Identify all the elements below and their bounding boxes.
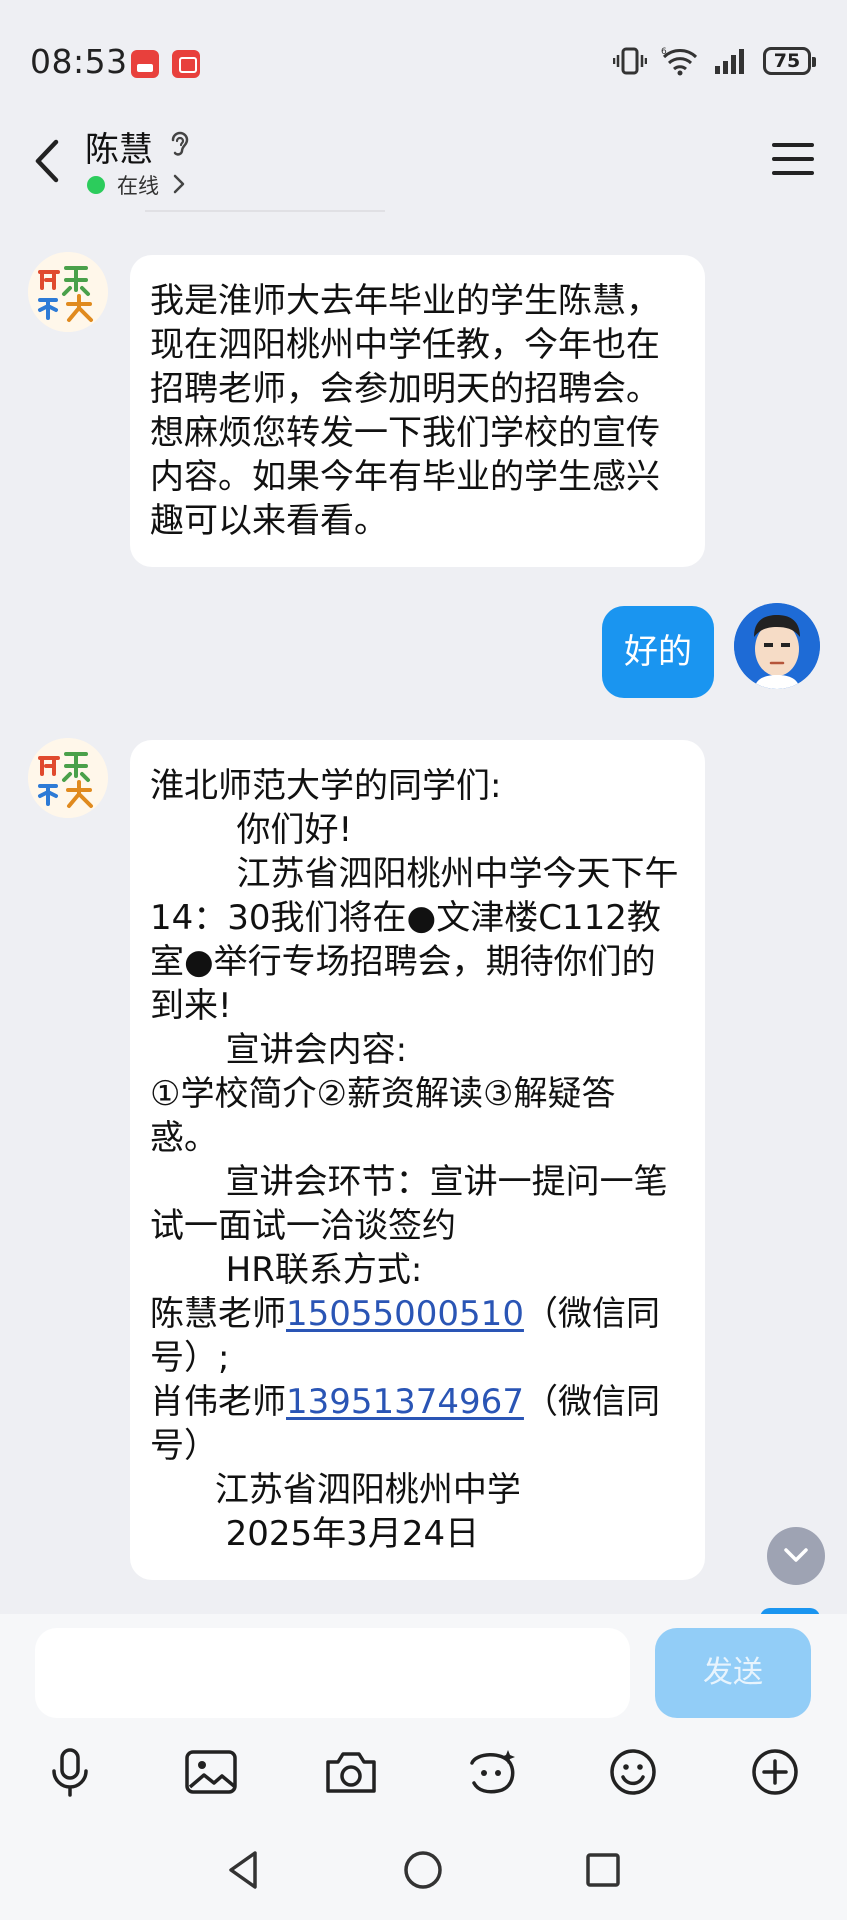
phone-link[interactable]: 15055000510 [286, 1294, 524, 1334]
triangle-back-icon [229, 1851, 257, 1889]
message-line: 宣讲会环节：宣讲一提问一笔试一面试一洽谈签约 [150, 1162, 668, 1246]
status-bar: 08:53 6 75 [0, 0, 847, 110]
message-line: 2025年3月24日 [150, 1514, 480, 1554]
battery-icon: 75 [763, 47, 816, 75]
my-avatar[interactable] [734, 603, 820, 689]
huawei-app-icon [131, 50, 159, 78]
user-avatar-icon [734, 603, 820, 689]
online-status[interactable]: 在线 [117, 170, 159, 200]
message-line: 江苏省泗阳桃州中学 [150, 1470, 521, 1510]
message-line: HR联系方式: [150, 1250, 423, 1290]
voice-button[interactable] [40, 1742, 100, 1802]
nav-recents-button[interactable] [578, 1845, 628, 1895]
camera-button[interactable] [321, 1742, 381, 1802]
contact-name-text: 陈慧老师 [150, 1294, 286, 1334]
vibrate-icon [613, 47, 647, 75]
message-input[interactable] [35, 1628, 630, 1718]
nav-back-button[interactable] [218, 1845, 268, 1895]
message-bubble-received[interactable]: 淮北师范大学的同学们: 你们好! 江苏省泗阳桃州中学今天下午14：30我们将在●… [130, 740, 705, 1580]
emoji-button[interactable] [603, 1742, 663, 1802]
plus-circle-icon [752, 1749, 798, 1795]
microphone-icon [52, 1748, 88, 1797]
svg-text:6: 6 [661, 47, 667, 57]
chevron-left-icon [35, 139, 59, 183]
online-status-dot [87, 176, 105, 194]
message-line: ①学校简介②薪资解读③解疑答惑。 [150, 1074, 616, 1158]
chat-header: 陈慧 在线 [0, 110, 847, 215]
chevron-right-icon[interactable] [172, 172, 186, 196]
contact-line: 肖伟老师13951374967（微信同号） [150, 1380, 681, 1468]
contact-line: 陈慧老师15055000510（微信同号）; [150, 1292, 681, 1380]
contact-name-text: 肖伟老师 [150, 1382, 286, 1422]
notification-app-icon [172, 50, 200, 78]
phone-link[interactable]: 13951374967 [286, 1382, 524, 1422]
input-toolbar [0, 1735, 847, 1815]
header-divider [145, 210, 385, 212]
message-bubble-sent[interactable]: 好的 [602, 606, 714, 698]
scroll-to-bottom-button[interactable] [767, 1527, 825, 1585]
message-bubble-received[interactable]: 我是淮师大去年毕业的学生陈慧，现在泗阳桃州中学任教，今年也在招聘老师，会参加明天… [130, 255, 705, 567]
image-button[interactable] [181, 1742, 241, 1802]
message-line: 淮北师范大学的同学们: [150, 766, 502, 806]
contact-name[interactable]: 陈慧 [85, 122, 153, 171]
contact-avatar[interactable] [28, 738, 108, 818]
more-button[interactable] [745, 1742, 805, 1802]
contact-avatar[interactable] [28, 252, 108, 332]
sticker-avatar-icon [28, 252, 108, 332]
wifi-icon: 6 [661, 47, 698, 76]
message-line: 你们好! [150, 810, 353, 850]
square-recents-icon [586, 1853, 620, 1887]
sticker-avatar-icon [28, 738, 108, 818]
camera-icon [326, 1752, 376, 1793]
system-icons: 6 75 [613, 46, 816, 76]
nav-home-button[interactable] [398, 1845, 448, 1895]
message-line: 江苏省泗阳桃州中学今天下午14：30我们将在●文津楼C112教室●举行专场招聘会… [150, 854, 679, 1026]
message-line: 宣讲会内容: [150, 1030, 408, 1070]
circle-home-icon [404, 1851, 442, 1889]
menu-icon[interactable] [771, 140, 815, 178]
back-button[interactable] [28, 130, 68, 190]
send-button[interactable]: 发送 [655, 1628, 811, 1718]
image-icon [185, 1750, 237, 1794]
signal-icon [715, 49, 744, 74]
emoji-icon [610, 1749, 656, 1795]
chevron-down-icon [784, 1548, 808, 1562]
ai-face-icon [470, 1750, 515, 1794]
status-time: 08:53 [30, 42, 128, 81]
ai-assistant-button[interactable] [462, 1742, 522, 1802]
ear-icon[interactable] [168, 128, 192, 160]
